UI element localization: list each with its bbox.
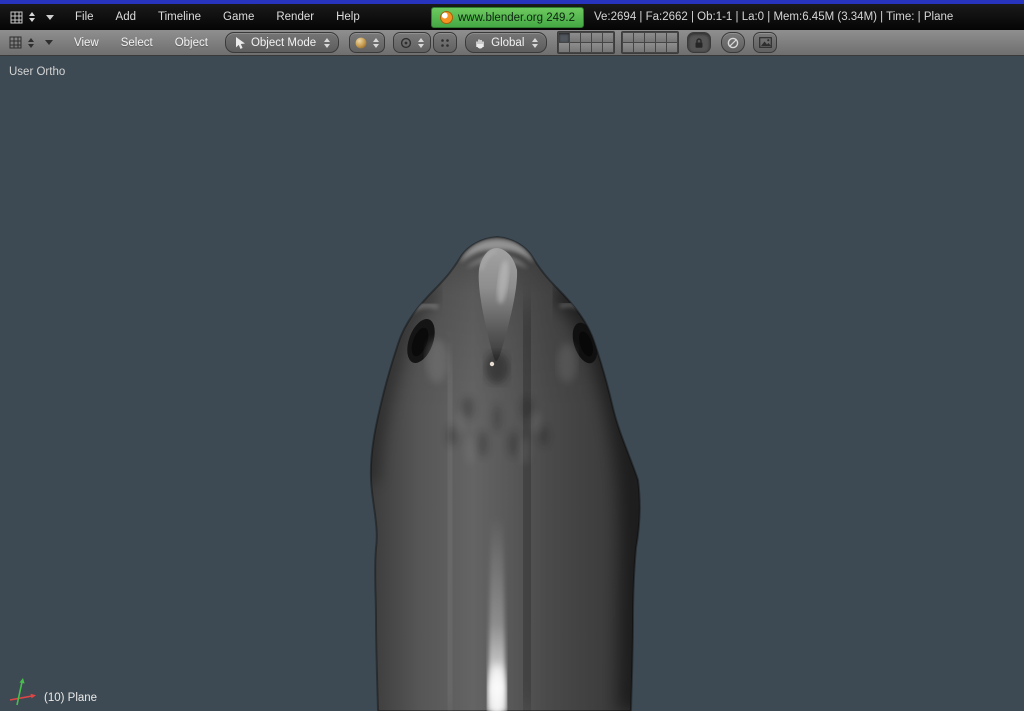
menu-select[interactable]: Select [110, 37, 164, 49]
version-text: www.blender.org 249.2 [458, 11, 575, 24]
menu-help[interactable]: Help [325, 11, 371, 23]
lock-icon [695, 37, 703, 48]
layer-toggle[interactable] [581, 43, 592, 52]
scene-stats-text: Ve:2694 | Fa:2662 | Ob:1-1 | La:0 | Mem:… [594, 11, 954, 23]
mode-select[interactable]: Object Mode [224, 32, 340, 53]
blender-window: File Add Timeline Game Render Help www.b… [0, 0, 1024, 711]
manipulator-button[interactable] [433, 32, 458, 53]
object-mode-icon [235, 37, 245, 49]
axis-gizmo [9, 678, 36, 706]
spinner-icon [324, 37, 331, 48]
scene-lock-button[interactable] [687, 32, 712, 53]
layer-toggle[interactable] [667, 43, 678, 52]
layer-toggle[interactable] [581, 33, 592, 42]
menu-object[interactable]: Object [164, 37, 219, 49]
editor-type-icon [10, 11, 23, 23]
layer-toggle[interactable] [645, 33, 656, 42]
manipulator-dots-icon [441, 38, 449, 47]
blender-logo-icon [440, 11, 453, 24]
menu-file[interactable]: File [64, 11, 105, 23]
chevron-down-icon[interactable] [46, 14, 54, 20]
layer-toggle[interactable] [667, 33, 678, 42]
layer-toggle[interactable] [603, 33, 614, 42]
editor-type-icon [9, 36, 22, 49]
layer-toggle[interactable] [623, 33, 634, 42]
pivot-center-icon [401, 37, 412, 48]
layer-toggle[interactable] [592, 33, 603, 42]
mode-select-value: Object Mode [250, 36, 317, 49]
menu-add[interactable]: Add [105, 11, 147, 23]
circle-slash-icon [728, 37, 739, 48]
spinner-icon [373, 37, 380, 48]
object-origin-dot [489, 361, 495, 367]
layer-grid-right [621, 31, 680, 54]
viewport-editor-type-button[interactable] [6, 34, 37, 51]
model-bird-head[interactable] [0, 56, 1024, 711]
layer-toggle[interactable] [603, 43, 614, 52]
shading-sphere-icon [355, 37, 367, 48]
orientation-select-value: Global [491, 36, 525, 49]
menu-game[interactable]: Game [212, 11, 265, 23]
x-axis-icon [9, 693, 36, 701]
hand-icon [476, 39, 484, 49]
spinner-icon [532, 37, 539, 48]
layer-toggle[interactable] [570, 33, 581, 42]
layer-toggle[interactable] [634, 33, 645, 42]
toggle-circle-button[interactable] [721, 32, 746, 53]
render-window-button[interactable] [753, 32, 778, 53]
render-window-icon [758, 37, 772, 48]
layer-toggle[interactable] [623, 43, 634, 52]
layer-toggle[interactable] [634, 43, 645, 52]
frame-object-label: (10) Plane [44, 692, 98, 704]
y-axis-icon [16, 678, 25, 706]
layer-grid-left [557, 31, 616, 54]
chevron-down-icon[interactable] [45, 40, 53, 45]
layer-toggle[interactable] [559, 43, 570, 52]
pivot-center-select[interactable] [393, 32, 432, 53]
info-header: File Add Timeline Game Render Help www.b… [0, 4, 1024, 30]
layer-toggle[interactable] [570, 43, 581, 52]
viewport-shading-button[interactable] [349, 32, 386, 53]
viewport-canvas[interactable]: User Ortho (10) Plane [0, 56, 1024, 711]
spinner-icon [29, 12, 35, 22]
layer-toggle[interactable] [656, 33, 667, 42]
layer-toggle[interactable] [656, 43, 667, 52]
viewport-header: View Select Object Object Mode Global [0, 30, 1024, 56]
version-badge: www.blender.org 249.2 [431, 7, 584, 28]
spinner-icon [28, 37, 34, 48]
layer-toggle[interactable] [592, 43, 603, 52]
menu-timeline[interactable]: Timeline [147, 11, 212, 23]
view-name-label: User Ortho [9, 66, 66, 78]
menu-view[interactable]: View [63, 37, 110, 49]
menu-render[interactable]: Render [265, 11, 325, 23]
editor-type-button[interactable] [7, 9, 38, 26]
orientation-select[interactable]: Global [465, 32, 548, 53]
layer-toggle[interactable] [559, 33, 570, 42]
layer-toggle[interactable] [645, 43, 656, 52]
spinner-icon [418, 37, 425, 48]
